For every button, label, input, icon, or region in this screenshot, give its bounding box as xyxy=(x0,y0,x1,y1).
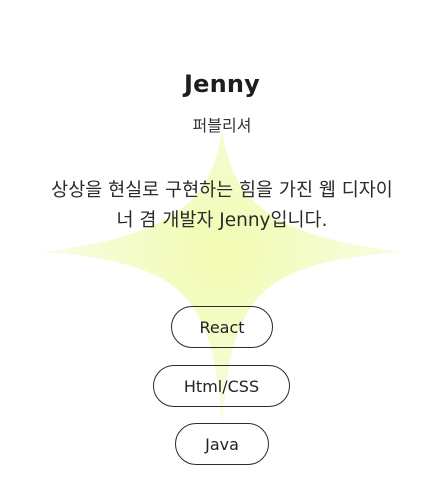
skill-button-html-css[interactable]: Html/CSS xyxy=(153,365,290,407)
profile-role: 퍼블리셔 xyxy=(192,116,252,135)
profile-card: Jenny 퍼블리셔 상상을 현실로 구현하는 힘을 가진 웹 디자이 너 겸 … xyxy=(0,0,444,502)
skill-button-java[interactable]: Java xyxy=(175,423,269,465)
skill-button-react[interactable]: React xyxy=(171,306,273,348)
profile-name: Jenny xyxy=(183,70,261,98)
profile-bio: 상상을 현실로 구현하는 힘을 가진 웹 디자이 너 겸 개발자 Jenny입니… xyxy=(28,176,416,236)
profile-bio-line-2: 너 겸 개발자 Jenny입니다. xyxy=(116,210,328,231)
profile-bio-line-1: 상상을 현실로 구현하는 힘을 가진 웹 디자이 xyxy=(51,180,393,201)
